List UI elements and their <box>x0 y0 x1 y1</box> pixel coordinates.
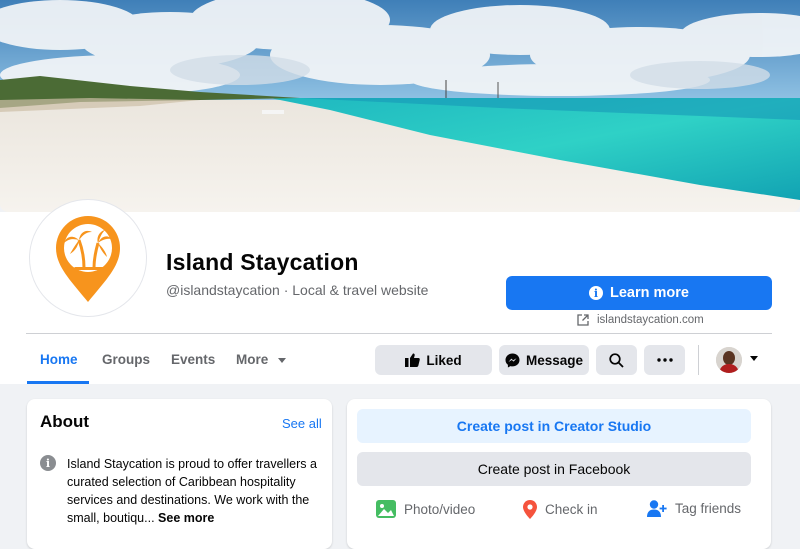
beach-cover-image <box>0 0 800 212</box>
like-icon <box>405 353 421 367</box>
check-in-label: Check in <box>545 502 598 517</box>
info-icon: i <box>589 286 603 300</box>
tag-friends-button[interactable]: Tag friends <box>647 500 741 517</box>
tab-events[interactable]: Events <box>171 352 215 367</box>
photo-video-label: Photo/video <box>404 501 476 517</box>
active-tab-indicator <box>27 381 89 384</box>
message-label: Message <box>525 352 584 368</box>
chevron-down-icon <box>278 357 287 363</box>
about-see-all-link[interactable]: See all <box>282 416 322 431</box>
tab-more[interactable]: More <box>236 352 287 367</box>
search-page-button[interactable] <box>596 345 637 375</box>
create-post-facebook-button[interactable]: Create post in Facebook <box>357 452 751 486</box>
about-description: Island Staycation is proud to offer trav… <box>67 455 317 527</box>
message-button[interactable]: Message <box>499 345 589 375</box>
tab-groups[interactable]: Groups <box>102 352 150 367</box>
learn-more-button[interactable]: i Learn more <box>506 276 772 310</box>
header-divider <box>26 333 772 334</box>
page-avatar[interactable] <box>30 200 146 316</box>
action-separator <box>698 345 699 375</box>
more-options-button[interactable] <box>644 345 685 375</box>
search-icon <box>609 352 624 368</box>
account-menu-caret-icon[interactable] <box>750 356 758 361</box>
more-dots-icon <box>656 358 673 362</box>
photo-icon <box>376 500 396 518</box>
external-link-icon <box>577 314 589 326</box>
learn-more-label: Learn more <box>610 285 689 301</box>
user-avatar-image <box>716 347 742 373</box>
cover-photo[interactable] <box>0 0 800 212</box>
location-pin-icon <box>523 500 537 519</box>
liked-label: Liked <box>426 352 462 368</box>
liked-button[interactable]: Liked <box>375 345 492 375</box>
page-handle-category: @islandstaycation · Local & travel websi… <box>166 282 429 298</box>
website-link[interactable]: islandstaycation.com <box>577 314 704 326</box>
messenger-icon <box>505 353 520 367</box>
tag-friends-label: Tag friends <box>675 501 742 516</box>
check-in-button[interactable]: Check in <box>523 500 598 519</box>
info-icon: i <box>40 455 56 471</box>
tag-friends-icon <box>647 500 667 517</box>
page-title: Island Staycation <box>166 249 359 275</box>
see-more-link[interactable]: See more <box>158 511 214 525</box>
user-avatar[interactable] <box>716 347 742 373</box>
tab-home[interactable]: Home <box>40 352 78 367</box>
create-post-creator-studio-button[interactable]: Create post in Creator Studio <box>357 409 751 443</box>
website-url: islandstaycation.com <box>597 314 704 326</box>
about-title: About <box>40 412 90 431</box>
photo-video-button[interactable]: Photo/video <box>376 500 475 518</box>
tab-more-label: More <box>236 352 269 367</box>
palm-tree-logo-icon <box>56 216 120 302</box>
